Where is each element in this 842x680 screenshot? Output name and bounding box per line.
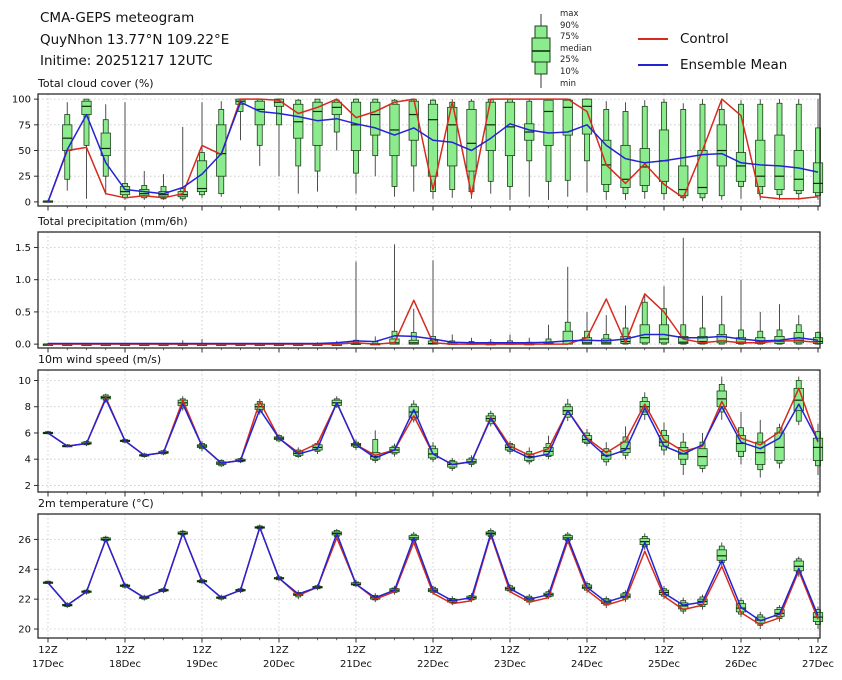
x-tick-label-day: 19Dec xyxy=(186,659,218,670)
y-tick-label: 25 xyxy=(18,172,31,183)
grid xyxy=(38,514,820,638)
x-tick-label-hour: 12Z xyxy=(38,645,58,656)
y-tick-label: 26 xyxy=(18,535,31,546)
panel-wind: 2 4 6 8 10 10m wind speed (m/s) xyxy=(18,353,822,497)
x-tick-label-day: 27Dec xyxy=(802,659,834,670)
y-tick-label: 50 xyxy=(18,146,31,157)
boxplot-series xyxy=(43,524,822,629)
y-tick-label: 4 xyxy=(25,455,31,466)
panel-frame xyxy=(38,514,820,638)
x-tick-label-hour: 12Z xyxy=(577,645,597,656)
y-tick-label: 20 xyxy=(18,625,31,636)
x-tick-label-hour: 12Z xyxy=(423,645,443,656)
y-tick-label: 1.5 xyxy=(15,243,31,254)
boxplot-series xyxy=(43,238,822,346)
y-tick-label: 1.0 xyxy=(15,275,31,286)
x-tick-label-hour: 12Z xyxy=(115,645,135,656)
y-tick-label: 0.0 xyxy=(15,340,31,351)
panel-precip: 0.0 0.5 1.0 1.5 Total precipitation (mm/6h) xyxy=(15,215,823,353)
x-tick-label-hour: 12Z xyxy=(269,645,289,656)
x-tick-label-hour: 12Z xyxy=(192,645,212,656)
x-tick-label-day: 24Dec xyxy=(571,659,603,670)
y-tick-label: 0.5 xyxy=(15,307,31,318)
panel-frame xyxy=(38,370,820,492)
x-tick-label-day: 17Dec xyxy=(32,659,64,670)
x-tick-label-hour: 12Z xyxy=(654,645,674,656)
x-tick-label-day: 23Dec xyxy=(494,659,526,670)
y-tick-label: 8 xyxy=(25,402,31,413)
meteogram-page: CMA-GEPS meteogram QuyNhon 13.77°N 109.2… xyxy=(0,0,842,680)
y-tick-label: 10 xyxy=(18,376,31,387)
x-tick-label-day: 20Dec xyxy=(263,659,295,670)
panel-title: Total cloud cover (%) xyxy=(37,77,154,90)
x-tick-label-day: 25Dec xyxy=(648,659,680,670)
y-tick-label: 2 xyxy=(25,481,31,492)
y-tick-label: 75 xyxy=(18,120,31,131)
panel-temp: 20 22 24 26 2m temperature (°C) xyxy=(18,497,822,643)
panel-title: Total precipitation (mm/6h) xyxy=(37,215,188,228)
panel-title: 10m wind speed (m/s) xyxy=(38,353,161,366)
y-tick-label: 6 xyxy=(25,428,31,439)
x-tick-label-day: 18Dec xyxy=(109,659,141,670)
y-tick-label: 0 xyxy=(25,197,31,208)
x-tick-label-day: 26Dec xyxy=(725,659,757,670)
x-tick-label-hour: 12Z xyxy=(731,645,751,656)
y-tick-label: 24 xyxy=(18,565,31,576)
x-tick-label-day: 21Dec xyxy=(340,659,372,670)
panel-title: 2m temperature (°C) xyxy=(38,497,154,510)
x-axis-labels: 12Z 17Dec 12Z 18Dec 12Z 19Dec 12Z 20Dec 12Z 21Dec… xyxy=(32,645,834,670)
x-tick-label-day: 22Dec xyxy=(417,659,449,670)
meteogram-chart: 0 25 50 75 100 Total cloud cover (%) 0.0 0.5 1.0… xyxy=(0,0,842,680)
y-tick-label: 100 xyxy=(12,95,31,106)
grid xyxy=(38,370,820,492)
x-tick-label-hour: 12Z xyxy=(808,645,828,656)
x-tick-label-hour: 12Z xyxy=(346,645,366,656)
x-tick-label-hour: 12Z xyxy=(500,645,520,656)
y-tick-label: 22 xyxy=(18,595,31,606)
panel-cloud: 0 25 50 75 100 Total cloud cover (%) xyxy=(12,77,823,211)
